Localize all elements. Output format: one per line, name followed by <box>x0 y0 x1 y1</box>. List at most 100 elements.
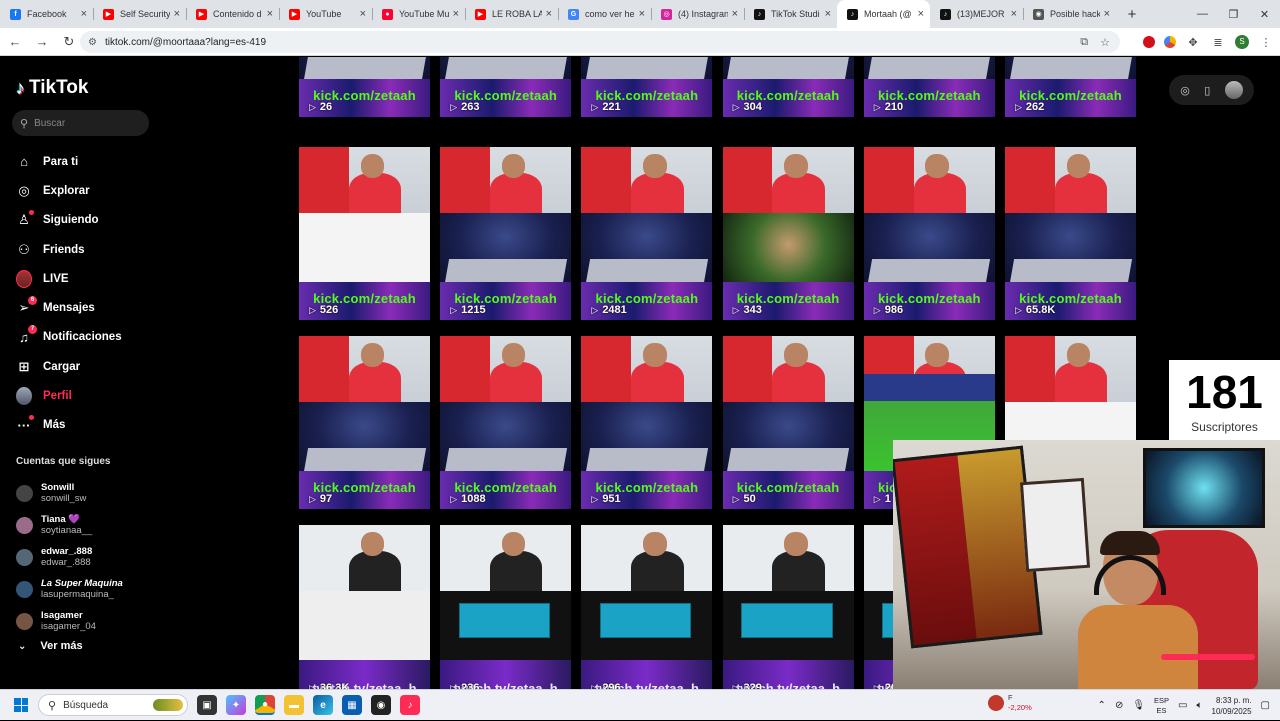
tab-close-icon[interactable]: × <box>918 8 924 20</box>
video-thumbnail[interactable]: kick.com/zetaah ▷ 986 <box>863 147 995 320</box>
browser-tab[interactable]: ♪ (13)MEJOR I × <box>930 0 1023 28</box>
profile-avatar-icon[interactable]: S <box>1235 35 1249 49</box>
tab-close-icon[interactable]: × <box>1011 8 1017 20</box>
copilot-icon[interactable]: ✦ <box>226 695 246 715</box>
tiktok-app-icon[interactable]: ♪ <box>400 695 420 715</box>
video-thumbnail[interactable]: kick.com/zetaah ▷ 2481 <box>581 147 713 320</box>
followed-account[interactable]: Isagamer isagamer_04 <box>16 605 123 637</box>
weather-widget[interactable]: F -2,20% <box>988 693 1032 713</box>
tab-close-icon[interactable]: × <box>639 8 645 20</box>
browser-tab[interactable]: f Facebook × <box>0 0 93 28</box>
browser-tab[interactable]: ▶ Self Security × <box>93 0 186 28</box>
video-thumbnail[interactable]: kick.com/zetaah ▷ 26 <box>299 57 430 117</box>
video-thumbnail[interactable]: kick.com/zetaah ▷ 1215 <box>440 147 572 320</box>
sidebar-item-live[interactable]: LIVE <box>16 264 122 293</box>
tray-chevron-icon[interactable]: ⌃ <box>1098 700 1106 711</box>
video-thumbnail[interactable]: kick.com/zetaah ▷ 526 <box>299 147 430 320</box>
video-thumbnail[interactable]: kick.com/zetaah ▷ 210 <box>863 57 995 117</box>
tab-close-icon[interactable]: × <box>360 8 366 20</box>
tab-close-icon[interactable]: × <box>174 8 180 20</box>
file-explorer-icon[interactable]: ▬ <box>284 695 304 715</box>
address-bar[interactable]: ⚙ tiktok.com/@moortaaa?lang=es-419 ⧉ ☆ <box>80 31 1120 53</box>
video-thumbnail[interactable]: kick.com/zetaah ▷ 97 <box>299 336 430 509</box>
sidebar-item-compass[interactable]: ◎ Explorar <box>16 176 122 205</box>
video-thumbnail[interactable]: kick.com/zetaah ▷ 951 <box>581 336 713 509</box>
media-controls-icon[interactable]: ≣ <box>1210 36 1226 49</box>
edge-icon[interactable]: e <box>313 695 333 715</box>
video-thumbnail[interactable]: kick.com/zetaah ▷ 304 <box>722 57 854 117</box>
browser-tab[interactable]: ▶ LE ROBA LA × <box>465 0 558 28</box>
user-avatar[interactable] <box>1224 81 1243 99</box>
followed-account[interactable]: Sonwill sonwill_sw <box>16 477 123 509</box>
restore-icon[interactable]: ❐ <box>1218 8 1249 21</box>
language-indicator[interactable]: ESP ES <box>1154 696 1169 716</box>
site-info-icon[interactable]: ⚙ <box>88 37 97 48</box>
network-icon[interactable]: ⊘ <box>1115 700 1123 711</box>
browser-tab[interactable]: ◉ Posible hack × <box>1023 0 1116 28</box>
chrome-icon[interactable]: ● <box>255 695 275 715</box>
tab-close-icon[interactable]: × <box>732 8 738 20</box>
tiktok-logo[interactable]: ♪ TikTok <box>16 77 88 99</box>
browser-tab[interactable]: Gcomo ver he × <box>558 0 651 28</box>
store-icon[interactable]: ▦ <box>342 695 362 715</box>
video-thumbnail[interactable]: kick.com/zetaah ▷ 263 <box>440 57 572 117</box>
followed-account[interactable]: Tiana 💜 soytianaa__ <box>16 509 123 541</box>
browser-tab[interactable]: ♪ Mortaah (@ × <box>837 0 930 28</box>
sidebar-item-upload[interactable]: ⊞ Cargar <box>16 352 122 381</box>
video-thumbnail[interactable]: kick.com/zetaah ▷ 343 <box>722 147 854 320</box>
install-app-icon[interactable]: ⧉ <box>1080 36 1088 49</box>
video-thumbnail[interactable]: kick.com/zetaah ▷ 262 <box>1005 57 1136 117</box>
search-input[interactable] <box>34 117 135 129</box>
followed-account[interactable]: edwar_.888 edwar_.888 <box>16 541 123 573</box>
back-icon[interactable]: ← <box>3 34 27 49</box>
minimize-icon[interactable]: — <box>1187 8 1218 20</box>
sidebar-item-friends[interactable]: ⚇ Friends <box>16 235 122 264</box>
taskbar-search[interactable]: ⚲ Búsqueda <box>38 694 188 716</box>
video-thumbnail[interactable]: kick.com/zetaah ▷ 1088 <box>440 336 572 509</box>
new-tab-icon[interactable]: + <box>1122 6 1142 23</box>
sidebar-item-following[interactable]: ♙ Siguiendo <box>16 206 122 235</box>
tab-close-icon[interactable]: × <box>1104 8 1110 20</box>
reload-icon[interactable]: ↻ <box>57 34 81 50</box>
obs-icon[interactable]: ◉ <box>371 695 391 715</box>
tab-close-icon[interactable]: × <box>81 8 87 20</box>
close-window-icon[interactable]: ✕ <box>1249 8 1280 21</box>
video-thumbnail[interactable]: twitch.tv/zetaa_h ▷ 236 <box>440 525 572 689</box>
sidebar-item-more[interactable]: ··· Más <box>16 411 122 440</box>
search-box[interactable]: ⚲ <box>12 110 149 136</box>
video-thumbnail[interactable]: twitch.tv/zetaa_h ▷ 36.3K <box>299 525 430 689</box>
color-extension-icon[interactable] <box>1164 36 1176 48</box>
tab-close-icon[interactable]: × <box>825 8 831 20</box>
followed-account[interactable]: La Super Maquina lasupermaquina_ <box>16 573 123 605</box>
video-thumbnail[interactable]: kick.com/zetaah ▷ 50 <box>722 336 854 509</box>
video-thumbnail[interactable]: twitch.tv/zetaa_h ▷ 296 <box>581 525 713 689</box>
notifications-icon[interactable]: ▢ <box>1261 700 1270 711</box>
opera-extension-icon[interactable] <box>1143 36 1155 48</box>
windows-start-icon[interactable] <box>14 698 28 712</box>
sidebar-item-messages[interactable]: ➢ 6 Mensajes <box>16 293 122 322</box>
tab-close-icon[interactable]: × <box>546 8 552 20</box>
url-text[interactable]: tiktok.com/@moortaaa?lang=es-419 <box>105 37 266 48</box>
browser-tab[interactable]: ◎ (4) Instagran × <box>651 0 744 28</box>
forward-icon[interactable]: → <box>30 34 54 49</box>
tab-close-icon[interactable]: × <box>267 8 273 20</box>
display-icon[interactable]: ▭ <box>1178 700 1187 711</box>
sidebar-item-home[interactable]: ⌂ Para ti <box>16 147 122 176</box>
clock[interactable]: 8:33 p. m. 10/09/2025 <box>1212 695 1252 717</box>
video-thumbnail[interactable]: twitch.tv/zetaa_h ▷ 329 <box>722 525 854 689</box>
video-thumbnail[interactable]: kick.com/zetaah ▷ 65.8K <box>1005 147 1136 320</box>
browser-tab[interactable]: ● YouTube Mu × <box>372 0 465 28</box>
tab-close-icon[interactable]: × <box>453 8 459 20</box>
microphone-icon[interactable]: 🎙︎ <box>1132 700 1145 711</box>
browser-tab[interactable]: ♪ TikTok Studi × <box>744 0 837 28</box>
volume-icon[interactable]: 🔈︎ <box>1197 700 1203 711</box>
sidebar-item-bell[interactable]: ♫ 7 Notificaciones <box>16 323 122 352</box>
task-view-icon[interactable]: ▣ <box>197 695 217 715</box>
compass-icon[interactable]: ◎ <box>1180 84 1190 97</box>
browser-menu-icon[interactable]: ⋮ <box>1258 36 1274 49</box>
sidebar-item-profile[interactable]: Perfil <box>16 381 122 410</box>
browser-tab[interactable]: ▶ YouTube × <box>279 0 372 28</box>
browser-tab[interactable]: ▶ Contenido d × <box>186 0 279 28</box>
phone-icon[interactable]: ▯ <box>1204 84 1210 97</box>
video-thumbnail[interactable]: kick.com/zetaah ▷ 221 <box>581 57 713 117</box>
